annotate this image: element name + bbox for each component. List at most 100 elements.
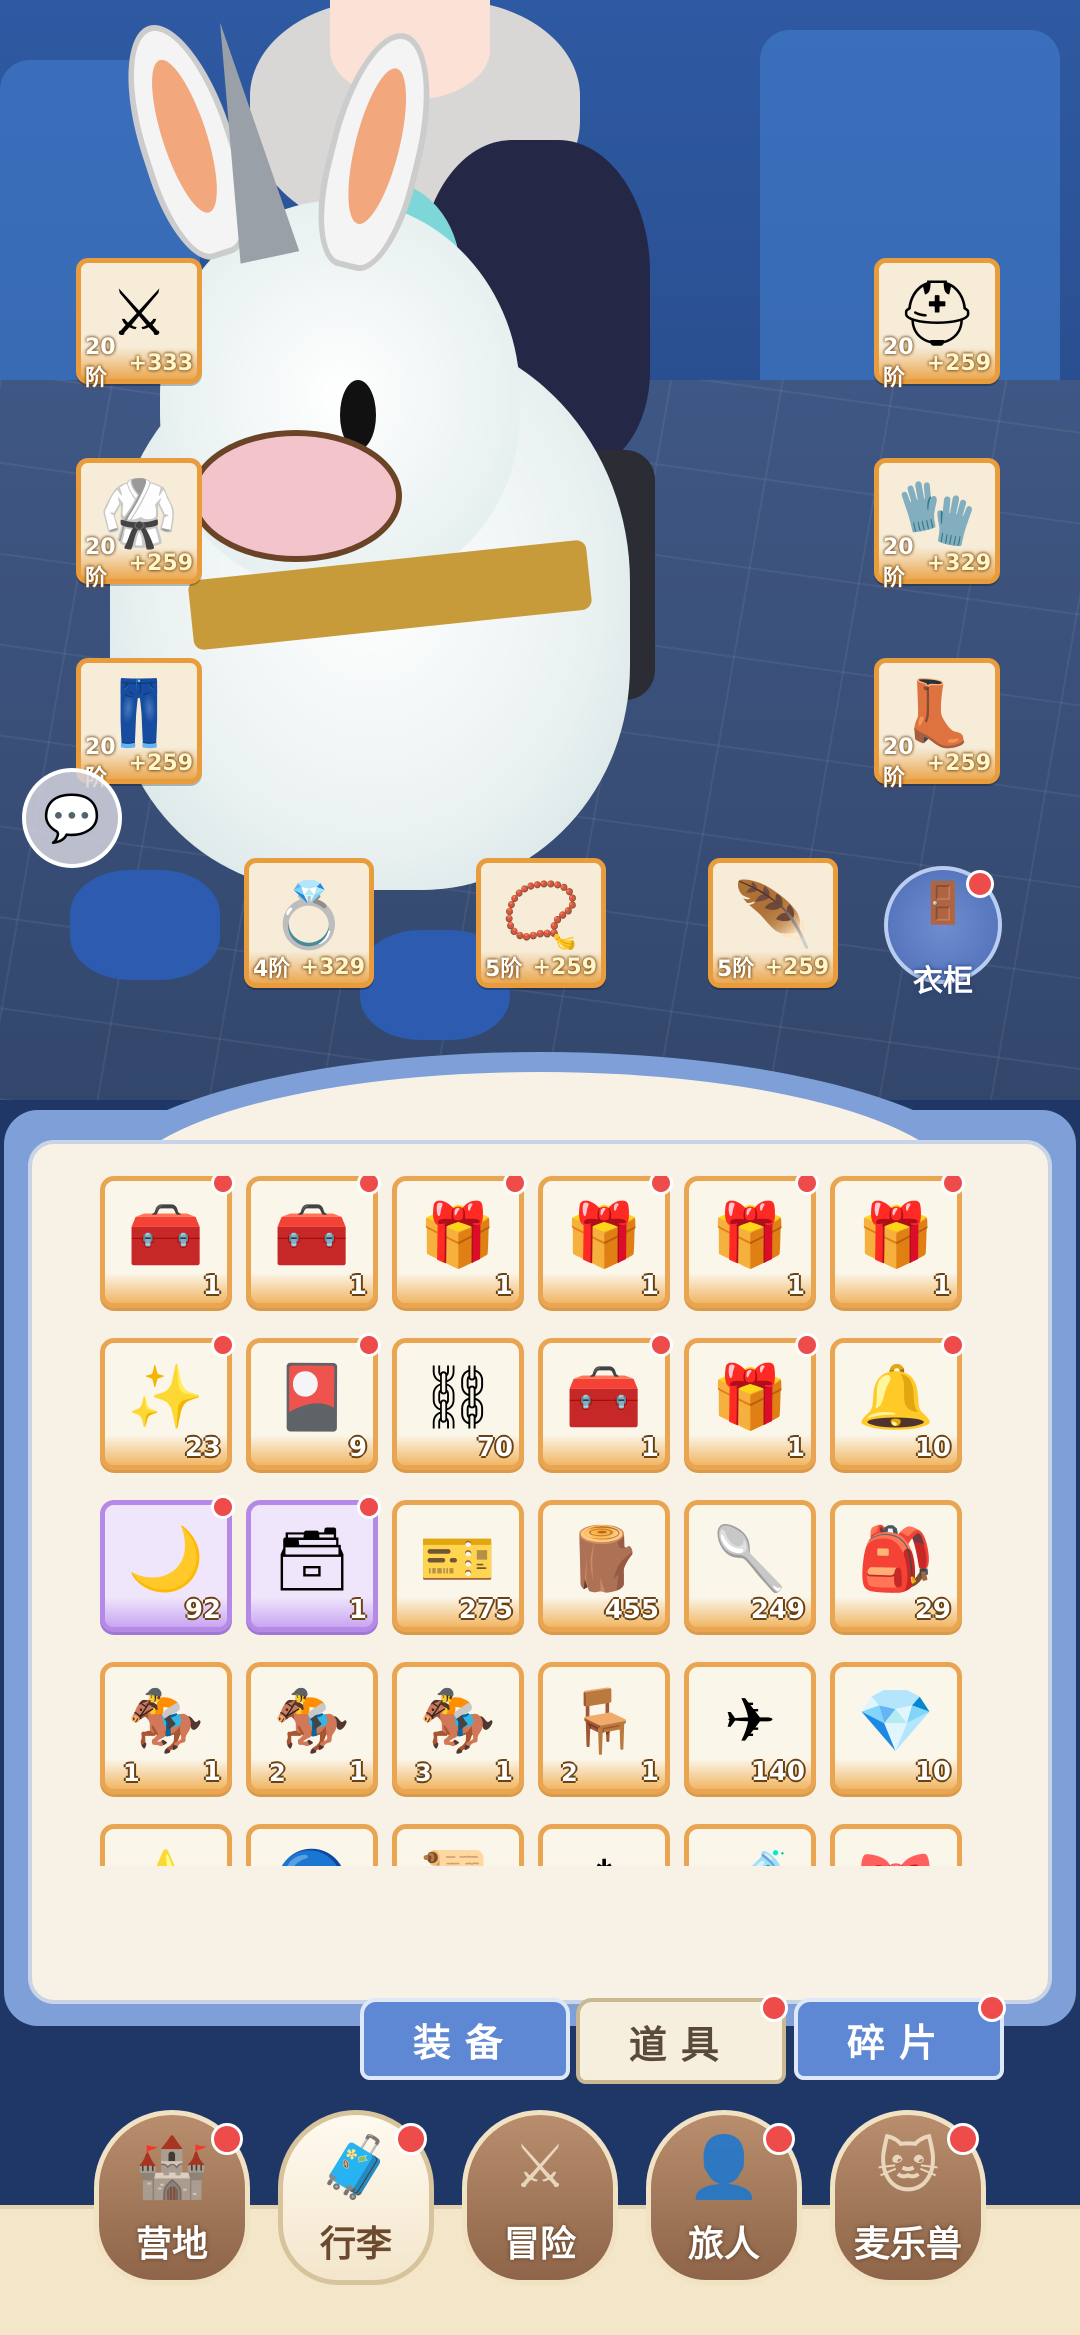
equip-bonus: +259 bbox=[532, 954, 597, 980]
bag-item-slot[interactable]: 🎁 1 bbox=[684, 1333, 819, 1470]
bag-item-slot[interactable]: 🥄 249 bbox=[684, 1500, 816, 1632]
equip-bonus: +259 bbox=[128, 750, 193, 776]
tab-fragments[interactable]: 碎片 bbox=[794, 1994, 1006, 2080]
gold-crystal-icon: 💎 bbox=[857, 1683, 935, 1757]
blue-orb-icon: 🔵 bbox=[273, 1851, 350, 1866]
stool-icon: 🪑 bbox=[565, 1683, 643, 1757]
equip-slot-armor[interactable]: 🥋 20阶 +259 bbox=[76, 458, 202, 591]
equip-slot-charm[interactable]: 🪶 5阶 +259 bbox=[708, 858, 838, 988]
item-count: 1 bbox=[202, 1757, 221, 1787]
item-count: 23 bbox=[184, 1433, 221, 1463]
equip-slot-weapon[interactable]: ⚔ 20阶 +333 bbox=[76, 258, 202, 391]
item-count: 1 bbox=[786, 1433, 805, 1463]
equip-slot-boots[interactable]: 👢 20阶 +259 bbox=[874, 658, 1000, 791]
tab-items[interactable]: 道具 bbox=[576, 1994, 788, 2084]
nav-adventure[interactable]: ⚔ 冒险 bbox=[462, 2110, 618, 2285]
gift-icon: 🎀 bbox=[857, 1851, 934, 1866]
nav-luggage[interactable]: 🧳 行李 bbox=[278, 2110, 434, 2285]
equip-bonus: +259 bbox=[128, 550, 193, 576]
nav-traveler[interactable]: 👤 旅人 bbox=[646, 2110, 802, 2285]
bag-item-slot[interactable]: 🧰 1 bbox=[246, 1176, 381, 1308]
item-count: 70 bbox=[476, 1433, 513, 1463]
seed-bag-icon: 🎒 bbox=[857, 1521, 935, 1595]
nav-label: 旅人 bbox=[687, 2224, 760, 2265]
item-count: 275 bbox=[458, 1595, 513, 1625]
bag-item-slot[interactable]: ⭐ bbox=[100, 1824, 232, 1866]
bag-item-slot[interactable]: 🧰 1 bbox=[100, 1176, 235, 1308]
bag-item-slot[interactable]: 📜 bbox=[392, 1824, 524, 1866]
nav-label: 麦乐兽 bbox=[853, 2224, 962, 2265]
equip-slot-necklace[interactable]: 📿 5阶 +259 bbox=[476, 858, 606, 988]
bag-item-slot[interactable]: ❄ bbox=[538, 1824, 670, 1866]
bag-item-slot[interactable]: 🎁 1 bbox=[538, 1176, 673, 1308]
item-count: 10 bbox=[914, 1433, 951, 1463]
item-count: 1 bbox=[494, 1271, 513, 1301]
notification-dot bbox=[947, 2123, 979, 2155]
item-count: 92 bbox=[184, 1595, 221, 1625]
bag-item-slot[interactable]: 🎁 1 bbox=[684, 1176, 819, 1308]
notification-dot bbox=[503, 1176, 527, 1195]
item-grid-viewport[interactable]: 🧰 1 🧰 1 🎁 1 🎁 1 🎁 1 🎁 1 ✨ 23 🎴 9 ⛓ 70 🧰 1 🎁 1 🔔 10 🌙 92 🗃 1 🎫 275 🪵 455… bbox=[100, 1176, 980, 1866]
equip-level: 20阶 bbox=[85, 534, 116, 591]
bag-item-slot[interactable]: 🎫 275 bbox=[392, 1500, 524, 1632]
bag-item-slot[interactable]: 🔵 bbox=[246, 1824, 378, 1866]
bag-item-slot[interactable]: 🌙 92 bbox=[100, 1495, 235, 1632]
bag-item-slot[interactable]: ✨ 23 bbox=[100, 1333, 235, 1470]
bag-item-slot[interactable]: 🏇 2 1 bbox=[246, 1662, 378, 1794]
cat-icon: 🐱 bbox=[876, 2132, 940, 2202]
saddle-icon: 🏇 bbox=[419, 1683, 497, 1757]
traveler-icon: 👤 bbox=[686, 2132, 762, 2203]
item-level: 2 bbox=[561, 1759, 578, 1787]
nav-camp[interactable]: 🏰 营地 bbox=[94, 2110, 250, 2285]
swords-icon: ⚔ bbox=[513, 2132, 567, 2202]
bag-item-slot[interactable]: 🎒 29 bbox=[830, 1500, 962, 1632]
ticket-icon: 🎫 bbox=[419, 1521, 497, 1595]
necklace-icon: 📿 bbox=[501, 878, 581, 953]
red-card-icon: 🎴 bbox=[273, 1359, 351, 1433]
chat-bubble-icon: 💬 bbox=[43, 790, 101, 845]
notification-dot bbox=[795, 1176, 819, 1195]
bag-item-slot[interactable]: 🪵 455 bbox=[538, 1500, 670, 1632]
tab-label: 装备 bbox=[412, 2020, 517, 2065]
item-count: 1 bbox=[202, 1271, 221, 1301]
bag-item-slot[interactable]: 🎴 9 bbox=[246, 1333, 381, 1470]
notification-dot bbox=[966, 870, 994, 898]
equip-slot-ring[interactable]: 💍 4阶 +329 bbox=[244, 858, 374, 988]
chat-button[interactable]: 💬 bbox=[22, 768, 122, 868]
tab-equipment[interactable]: 装备 bbox=[360, 1998, 570, 2080]
log-icon: 🪵 bbox=[565, 1521, 643, 1595]
bag-item-slot[interactable]: 🔔 10 bbox=[830, 1333, 965, 1470]
bag-item-slot[interactable]: 🎁 1 bbox=[830, 1176, 965, 1308]
tab-label: 道具 bbox=[628, 2022, 733, 2067]
bag-item-slot[interactable]: 🎁 1 bbox=[392, 1176, 527, 1308]
bag-item-slot[interactable]: 🏇 1 1 bbox=[100, 1662, 232, 1794]
ornate-chest-icon: 🎁 bbox=[857, 1197, 935, 1271]
item-level: 3 bbox=[415, 1759, 432, 1787]
bag-item-slot[interactable]: 💎 10 bbox=[830, 1662, 962, 1794]
bag-item-slot[interactable]: 🗃 1 bbox=[246, 1495, 381, 1632]
ornate-chest-icon: 🎁 bbox=[711, 1197, 789, 1271]
bag-item-slot[interactable]: 🪑 2 1 bbox=[538, 1662, 670, 1794]
notification-dot bbox=[978, 1994, 1006, 2022]
item-count: 140 bbox=[750, 1757, 805, 1787]
item-count: 1 bbox=[348, 1757, 367, 1787]
equip-slot-gloves[interactable]: 🧤 20阶 +329 bbox=[874, 458, 1000, 591]
bag-item-slot[interactable]: 🏇 3 1 bbox=[392, 1662, 524, 1794]
wardrobe-button[interactable]: 🚪 衣柜 bbox=[884, 866, 1002, 999]
bag-item-slot[interactable]: 🧪 bbox=[684, 1824, 816, 1866]
wardrobe-label: 衣柜 bbox=[913, 964, 973, 999]
charm-icon: 🪶 bbox=[733, 878, 813, 953]
equip-level: 5阶 bbox=[717, 957, 755, 982]
equip-bonus: +329 bbox=[926, 550, 991, 576]
ice-crystal-icon: ❄ bbox=[578, 1851, 630, 1866]
equip-slot-helmet[interactable]: ⛑ 20阶 +259 bbox=[874, 258, 1000, 391]
bag-item-slot[interactable]: ✈ 140 bbox=[684, 1662, 816, 1794]
equip-bonus: +329 bbox=[300, 954, 365, 980]
equip-slot-pants[interactable]: 👖 20阶+259 bbox=[76, 658, 202, 791]
nav-pet[interactable]: 🐱 麦乐兽 bbox=[830, 2110, 986, 2285]
bag-item-slot[interactable]: 🧰 1 bbox=[538, 1333, 673, 1470]
item-grid: 🧰 1 🧰 1 🎁 1 🎁 1 🎁 1 🎁 1 ✨ 23 🎴 9 ⛓ 70 🧰 1 🎁 1 🔔 10 🌙 92 🗃 1 🎫 275 🪵 455… bbox=[100, 1176, 980, 1866]
bag-item-slot[interactable]: ⛓ 70 bbox=[392, 1338, 524, 1470]
nav-label: 行李 bbox=[319, 2224, 392, 2265]
bag-item-slot[interactable]: 🎀 bbox=[830, 1824, 962, 1866]
